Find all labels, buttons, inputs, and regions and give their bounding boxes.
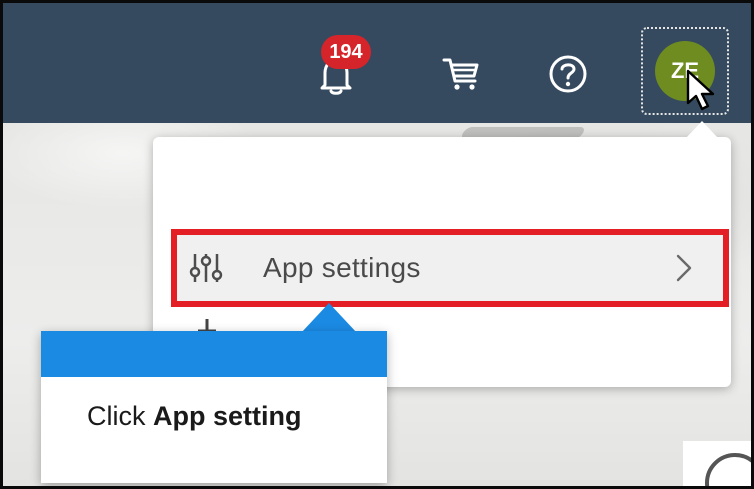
cart-icon [442,58,479,90]
menu-item-label: App settings [263,252,421,283]
screenshot-frame: 194 ZE App settings Click App setting [0,0,754,489]
callout-header [41,331,387,377]
callout-text-bold: App setting [153,401,302,431]
sliders-icon [189,251,223,285]
callout-pointer [301,303,357,333]
chevron-right-icon [676,254,692,282]
help-button[interactable] [543,49,593,99]
popover-arrow [686,121,718,138]
shell-header: 194 ZE [3,3,751,123]
notification-count-badge: 194 [321,35,371,69]
callout-instruction: Click App setting [87,401,302,432]
tutorial-callout: Click App setting [41,331,387,483]
mouse-cursor-icon [686,69,715,111]
help-circle-icon [549,55,587,93]
cart-button[interactable] [437,51,485,97]
menu-item-app-settings[interactable]: App settings [171,229,729,307]
callout-text-prefix: Click [87,401,153,431]
